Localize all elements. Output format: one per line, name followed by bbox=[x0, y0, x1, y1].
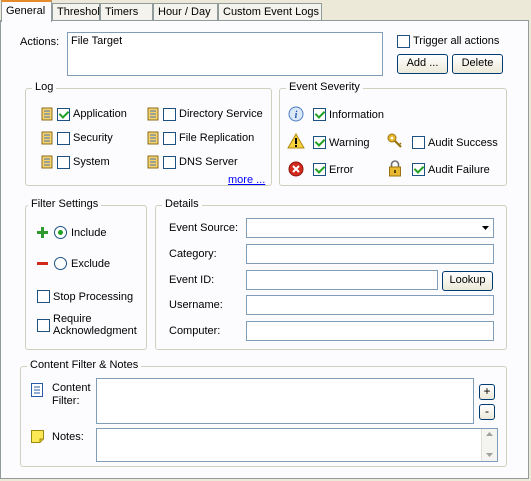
security-log-icon bbox=[41, 131, 53, 145]
action-item-file-target[interactable]: File Target bbox=[71, 35, 379, 47]
info-icon: i bbox=[288, 106, 304, 122]
event-source-label: Event Source: bbox=[169, 222, 239, 234]
details-title: Details bbox=[162, 198, 202, 210]
system-checkbox[interactable] bbox=[57, 156, 70, 169]
require-ack-label-line2: Acknowledgment bbox=[53, 325, 137, 337]
svg-text:i: i bbox=[295, 110, 298, 121]
directory-service-label: Directory Service bbox=[179, 108, 263, 120]
warning-checkbox[interactable] bbox=[313, 136, 326, 149]
error-label: Error bbox=[329, 164, 354, 176]
content-filter-label-line2: Filter: bbox=[52, 395, 80, 407]
stop-processing-label: Stop Processing bbox=[53, 291, 134, 303]
event-id-input[interactable] bbox=[246, 270, 438, 290]
security-checkbox[interactable] bbox=[57, 132, 70, 145]
tab-threshold[interactable]: Threshold bbox=[52, 3, 106, 20]
content-filter-label: Content Filter: bbox=[52, 382, 91, 408]
add-action-button[interactable]: Add ... bbox=[397, 54, 448, 74]
application-log-icon bbox=[41, 107, 53, 121]
audit-failure-checkbox[interactable] bbox=[412, 163, 425, 176]
content-filter-notes-title: Content Filter & Notes bbox=[27, 359, 142, 371]
file-replication-label: File Replication bbox=[179, 132, 255, 144]
warning-label: Warning bbox=[329, 137, 370, 149]
sticky-note-icon bbox=[31, 430, 44, 443]
content-filter-textarea[interactable] bbox=[96, 378, 474, 424]
content-filter-label-line1: Content bbox=[52, 382, 91, 394]
file-replication-checkbox[interactable] bbox=[163, 132, 176, 145]
lock-icon bbox=[389, 160, 401, 177]
exclude-radio[interactable] bbox=[54, 257, 67, 270]
security-label: Security bbox=[73, 132, 113, 144]
event-severity-title: Event Severity bbox=[286, 81, 363, 93]
filter-settings-title: Filter Settings bbox=[28, 198, 102, 210]
information-label: Information bbox=[329, 109, 385, 121]
require-ack-label: Require Acknowledgment bbox=[53, 313, 137, 337]
file-replication-log-icon bbox=[147, 131, 159, 145]
tab-general[interactable]: General bbox=[1, 0, 52, 22]
add-content-filter-button[interactable]: + bbox=[479, 384, 495, 400]
notes-textarea[interactable] bbox=[96, 428, 498, 462]
application-checkbox[interactable] bbox=[57, 108, 70, 121]
scroll-down-icon[interactable] bbox=[486, 453, 493, 457]
event-source-dropdown[interactable] bbox=[246, 218, 494, 238]
information-checkbox[interactable] bbox=[313, 108, 326, 121]
chevron-down-icon[interactable] bbox=[482, 226, 489, 230]
dns-server-checkbox[interactable] bbox=[163, 156, 176, 169]
lookup-button[interactable]: Lookup bbox=[442, 271, 493, 291]
tab-hour-day[interactable]: Hour / Day bbox=[153, 3, 218, 20]
error-icon bbox=[288, 161, 304, 177]
dns-server-label: DNS Server bbox=[179, 156, 238, 168]
computer-input[interactable] bbox=[246, 321, 494, 341]
dns-server-log-icon bbox=[147, 155, 159, 169]
audit-success-label: Audit Success bbox=[428, 137, 498, 149]
tab-bar: General Threshold Timers Hour / Day Cust… bbox=[0, 0, 531, 22]
category-label: Category: bbox=[169, 248, 217, 260]
trigger-all-label: Trigger all actions bbox=[413, 35, 500, 47]
audit-failure-label: Audit Failure bbox=[428, 164, 490, 176]
notes-scrollbar[interactable] bbox=[481, 429, 497, 461]
directory-service-log-icon bbox=[147, 107, 159, 121]
require-ack-label-line1: Require bbox=[53, 313, 92, 325]
category-input[interactable] bbox=[246, 244, 494, 264]
include-radio[interactable] bbox=[54, 226, 67, 239]
system-log-icon bbox=[41, 155, 53, 169]
remove-content-filter-button[interactable]: - bbox=[479, 404, 495, 420]
scroll-up-icon[interactable] bbox=[486, 432, 493, 436]
tab-custom-event-logs[interactable]: Custom Event Logs bbox=[218, 3, 322, 20]
stop-processing-checkbox[interactable] bbox=[37, 290, 50, 303]
error-checkbox[interactable] bbox=[313, 163, 326, 176]
include-label: Include bbox=[71, 227, 107, 239]
directory-service-checkbox[interactable] bbox=[163, 108, 176, 121]
username-input[interactable] bbox=[246, 295, 494, 315]
application-label: Application bbox=[73, 108, 127, 120]
system-label: System bbox=[73, 156, 110, 168]
key-icon bbox=[387, 133, 402, 148]
document-icon bbox=[31, 383, 43, 397]
log-group-title: Log bbox=[32, 81, 57, 93]
notes-label: Notes: bbox=[52, 431, 84, 443]
plus-include-icon bbox=[37, 227, 48, 238]
require-ack-checkbox[interactable] bbox=[37, 319, 50, 332]
username-label: Username: bbox=[169, 299, 223, 311]
actions-label: Actions: bbox=[20, 36, 60, 48]
exclude-label: Exclude bbox=[71, 258, 111, 270]
audit-success-checkbox[interactable] bbox=[412, 136, 425, 149]
computer-label: Computer: bbox=[169, 325, 221, 337]
tab-timers[interactable]: Timers bbox=[100, 3, 153, 20]
event-id-label: Event ID: bbox=[169, 274, 215, 286]
more-logs-link[interactable]: more ... bbox=[228, 174, 265, 186]
warning-icon bbox=[287, 133, 305, 149]
minus-exclude-icon bbox=[37, 262, 48, 265]
trigger-all-checkbox[interactable] bbox=[397, 35, 410, 48]
actions-list[interactable]: File Target bbox=[67, 32, 383, 76]
delete-action-button[interactable]: Delete bbox=[452, 54, 503, 74]
